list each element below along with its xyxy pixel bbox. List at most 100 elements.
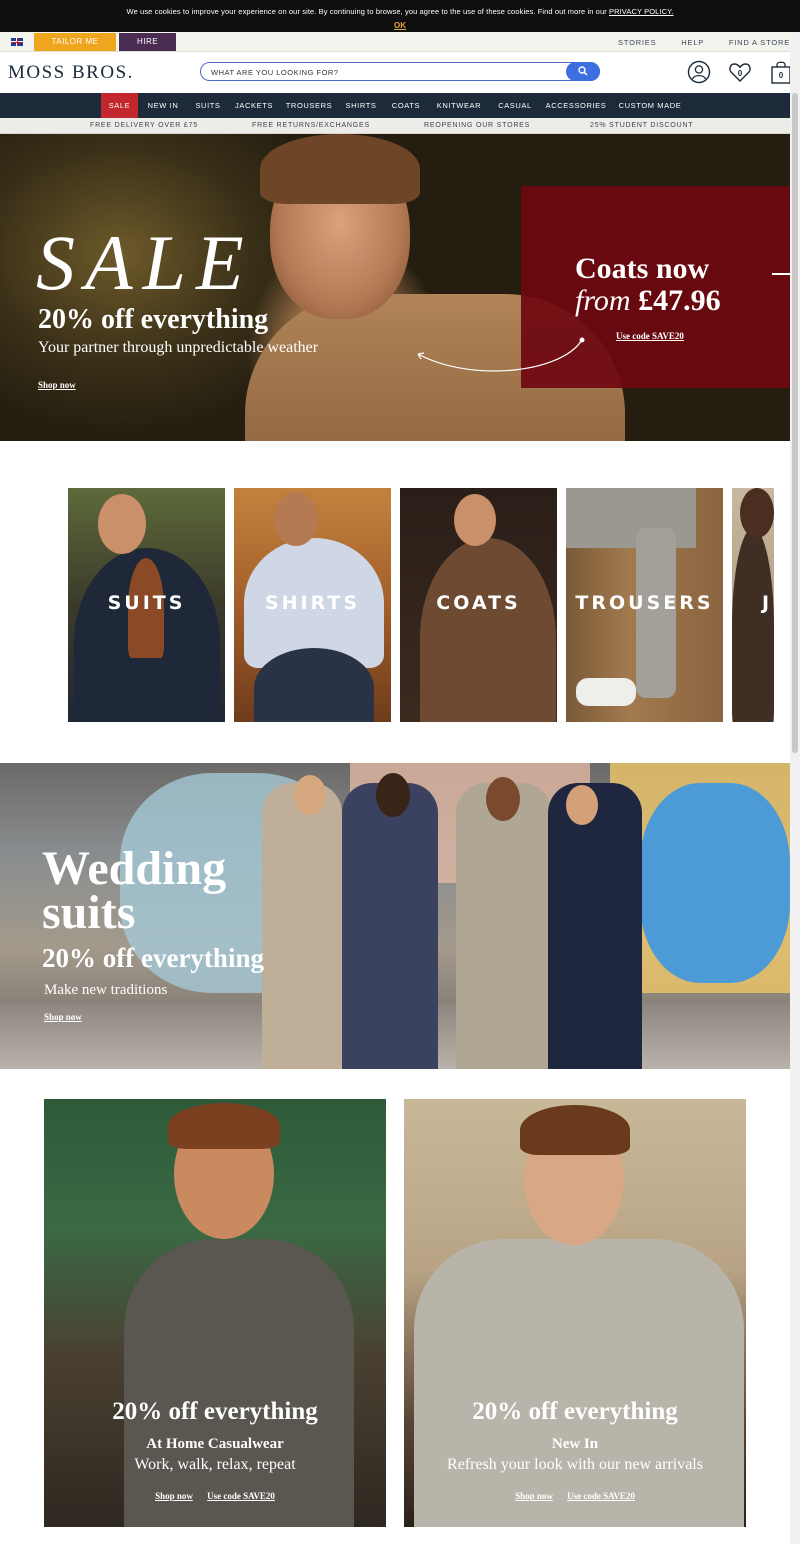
hero-headline: SALE xyxy=(36,219,254,306)
moss-bros-logo[interactable]: MOSS BROS. xyxy=(8,62,134,84)
card-1-offer: 20% off everything xyxy=(112,1398,318,1425)
category-label-suits: SUITS xyxy=(107,592,186,614)
wedding-shop-now-link[interactable]: Shop now xyxy=(44,1012,82,1022)
card-1-shop-now-link[interactable]: Shop now xyxy=(155,1491,193,1501)
site-header: MOSS BROS. 0 0 xyxy=(0,52,800,93)
hero-model-hair xyxy=(260,134,420,204)
nav-item-coats[interactable]: COATS xyxy=(386,93,426,118)
tailor-me-button[interactable]: TAILOR ME xyxy=(34,33,116,51)
hero-box-price: £47.96 xyxy=(638,284,721,317)
stories-link[interactable]: STORIES xyxy=(618,38,656,47)
jackets-model-body xyxy=(732,528,774,722)
hire-button[interactable]: HIRE xyxy=(119,33,176,51)
hero-subtitle: Your partner through unpredictable weath… xyxy=(38,339,319,356)
card-2-subtitle: Refresh your look with our new arrivals xyxy=(447,1456,703,1473)
wedding-offer: 20% off everything xyxy=(42,943,264,973)
uk-flag-icon[interactable] xyxy=(11,38,23,46)
trousers-model-leg-upper xyxy=(566,488,696,548)
nav-item-jackets[interactable]: JACKETS xyxy=(230,93,278,118)
utility-links: STORIES HELP FIND A STORE xyxy=(596,38,790,47)
mural-bright-blue xyxy=(640,783,790,983)
cookie-text: We use cookies to improve your experienc… xyxy=(126,7,607,16)
promo-card-new-in[interactable]: 20% off everything New In Refresh your l… xyxy=(404,1099,746,1527)
category-tile-suits[interactable]: SUITS xyxy=(68,488,225,722)
hero-box-title: Coats now xyxy=(575,252,710,285)
hero-box-code-link[interactable]: Use code SAVE20 xyxy=(616,331,684,341)
find-a-store-link[interactable]: FIND A STORE xyxy=(729,38,790,47)
wedding-model-1 xyxy=(262,783,342,1069)
category-label-jackets: J xyxy=(762,592,773,614)
casualwear-model-jacket xyxy=(124,1239,354,1527)
search-input[interactable] xyxy=(211,66,551,78)
hero-shop-now-link[interactable]: Shop now xyxy=(38,380,76,390)
casualwear-model-hair xyxy=(168,1103,280,1149)
trousers-model-sneaker xyxy=(576,678,636,706)
new-in-model-hoodie xyxy=(414,1239,744,1527)
page-scrollbar-thumb[interactable] xyxy=(792,93,798,753)
curved-arrow-icon xyxy=(417,337,585,372)
wedding-model-1-head xyxy=(294,775,326,815)
wedding-model-2 xyxy=(342,783,438,1069)
card-1-code-link[interactable]: Use code SAVE20 xyxy=(207,1491,275,1501)
wishlist-heart-icon[interactable]: 0 xyxy=(728,60,752,84)
card-2-offer: 20% off everything xyxy=(472,1398,678,1425)
wedding-banner[interactable]: Wedding suits 20% off everything Make ne… xyxy=(0,763,790,1069)
coats-model-coat xyxy=(420,538,556,722)
nav-item-shirts[interactable]: SHIRTS xyxy=(340,93,382,118)
nav-item-trousers[interactable]: TROUSERS xyxy=(282,93,336,118)
shirts-model-trousers xyxy=(254,648,374,722)
category-label-trousers: TROUSERS xyxy=(575,592,714,614)
suits-model-head xyxy=(98,494,146,554)
jackets-model-head xyxy=(740,488,774,538)
wedding-subtitle: Make new traditions xyxy=(44,982,168,998)
help-link[interactable]: HELP xyxy=(681,38,704,47)
category-tile-jackets-partial[interactable]: J xyxy=(732,488,774,722)
nav-item-knitwear[interactable]: KNITWEAR xyxy=(430,93,488,118)
category-tile-shirts[interactable]: SHIRTS xyxy=(234,488,391,722)
shirts-model-head xyxy=(274,492,318,546)
nav-item-sale[interactable]: SALE xyxy=(101,93,138,118)
coats-model-head xyxy=(454,494,496,546)
promo-free-returns[interactable]: FREE RETURNS/EXCHANGES xyxy=(252,122,370,129)
privacy-policy-link[interactable]: PRIVACY POLICY. xyxy=(609,7,673,16)
wedding-model-2-head xyxy=(376,773,410,817)
card-1-links: Shop now Use code SAVE20 xyxy=(44,1491,386,1501)
promo-reopening-stores[interactable]: REOPENING OUR STORES xyxy=(424,122,530,129)
promo-card-casualwear[interactable]: 20% off everything At Home Casualwear Wo… xyxy=(44,1099,386,1527)
wedding-model-4 xyxy=(548,783,642,1069)
nav-item-accessories[interactable]: ACCESSORIES xyxy=(542,93,610,118)
nav-item-suits[interactable]: SUITS xyxy=(190,93,226,118)
hero-carousel-indicator[interactable] xyxy=(772,273,790,275)
card-2-shop-now-link[interactable]: Shop now xyxy=(515,1491,553,1501)
category-tile-trousers[interactable]: TROUSERS xyxy=(566,488,723,722)
cookie-ok-button[interactable]: OK xyxy=(0,21,800,30)
nav-item-custom-made[interactable]: CUSTOM MADE xyxy=(614,93,686,118)
card-2-title: New In xyxy=(551,1436,599,1452)
wedding-headline-line2: suits xyxy=(42,886,136,939)
hero-offer: 20% off everything xyxy=(38,304,269,335)
account-icon[interactable] xyxy=(687,60,711,84)
promo-student-discount[interactable]: 25% STUDENT DISCOUNT xyxy=(590,122,693,129)
search-bar xyxy=(200,62,600,81)
new-in-model-hair xyxy=(520,1105,630,1155)
promo-strip: FREE DELIVERY OVER £75 FREE RETURNS/EXCH… xyxy=(0,118,790,134)
wedding-model-3 xyxy=(456,783,552,1069)
card-2-links: Shop now Use code SAVE20 xyxy=(404,1491,746,1501)
search-button[interactable] xyxy=(566,62,600,81)
hero-box-from: from xyxy=(575,284,631,317)
promo-free-delivery[interactable]: FREE DELIVERY OVER £75 xyxy=(90,122,198,129)
category-tile-coats[interactable]: COATS xyxy=(400,488,557,722)
nav-item-new-in[interactable]: NEW IN xyxy=(140,93,186,118)
hero-box-price-line: from £47.96 xyxy=(575,284,721,318)
utility-bar: TAILOR ME HIRE STORIES HELP FIND A STORE xyxy=(0,32,800,52)
cookie-banner: We use cookies to improve your experienc… xyxy=(0,0,800,32)
card-2-code-link[interactable]: Use code SAVE20 xyxy=(567,1491,635,1501)
main-navigation: SALE NEW IN SUITS JACKETS TROUSERS SHIRT… xyxy=(0,93,790,118)
wedding-headline: Wedding suits xyxy=(42,845,226,939)
search-icon xyxy=(578,66,588,76)
category-label-shirts: SHIRTS xyxy=(264,592,361,614)
cookie-message: We use cookies to improve your experienc… xyxy=(0,0,800,16)
hero-banner[interactable]: SALE 20% off everything Your partner thr… xyxy=(0,134,790,441)
nav-item-casual[interactable]: CASUAL xyxy=(492,93,538,118)
card-1-subtitle: Work, walk, relax, repeat xyxy=(134,1456,296,1473)
